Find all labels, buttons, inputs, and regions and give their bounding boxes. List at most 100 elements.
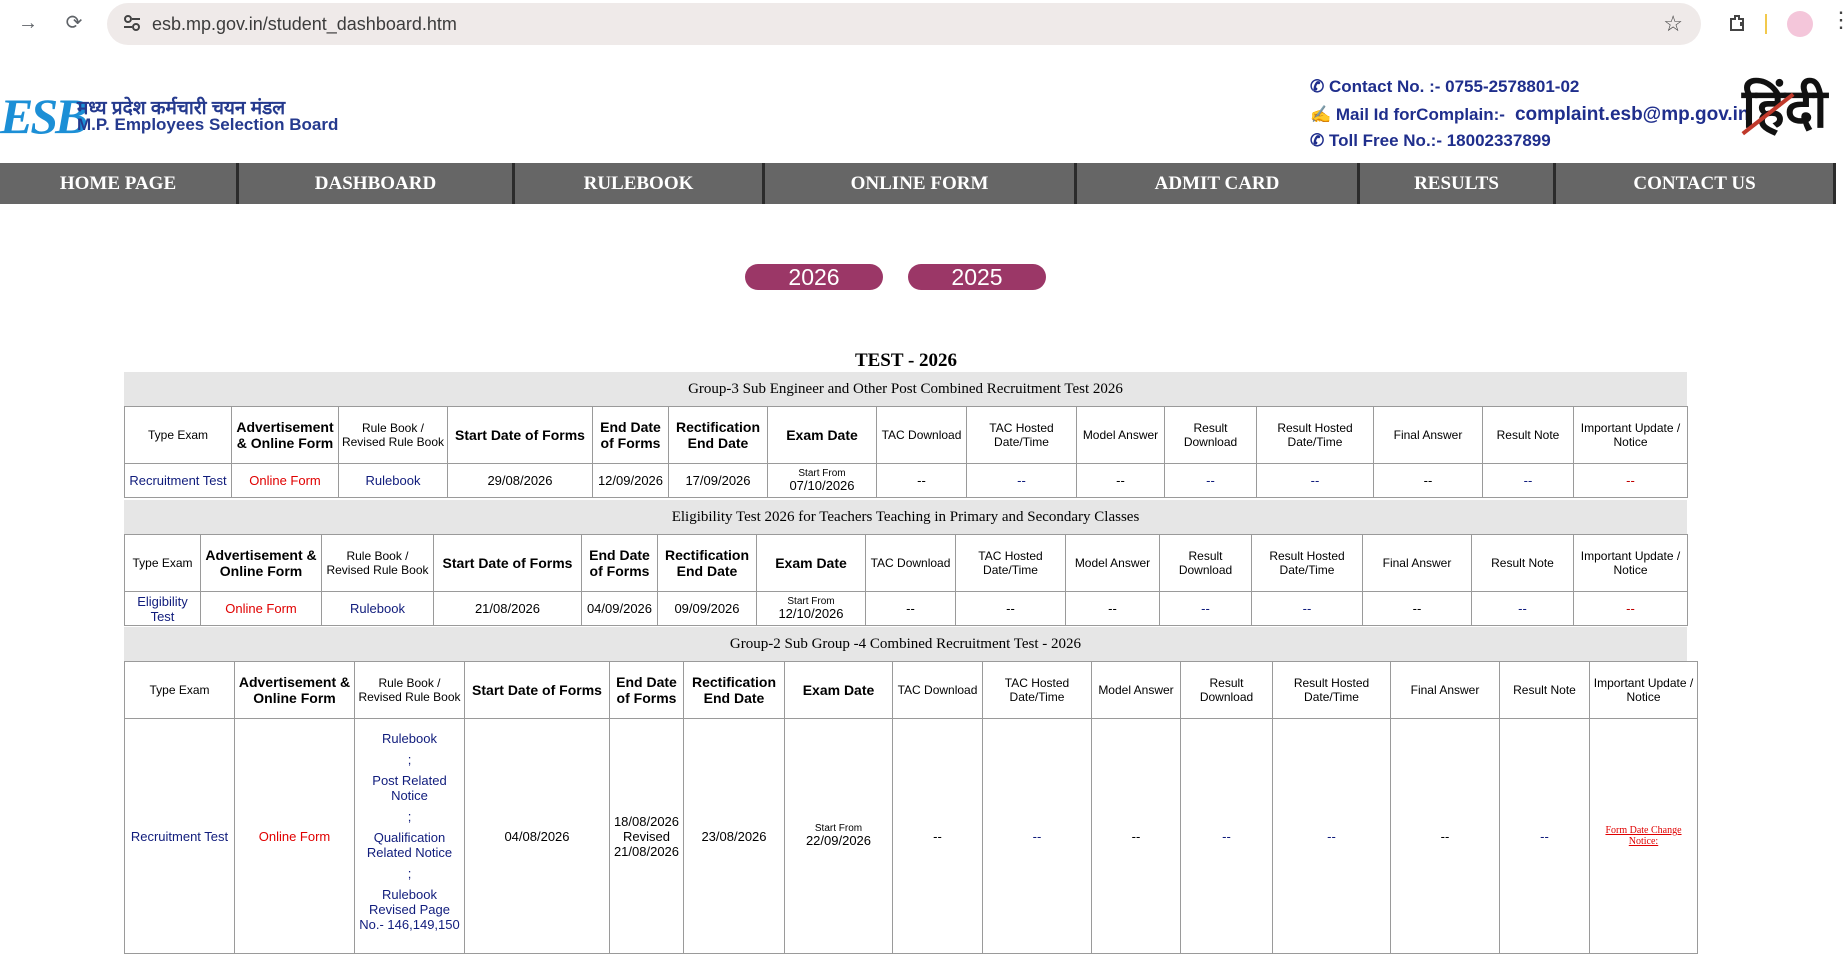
result-note-cell: -- [1499, 718, 1590, 954]
final-answer-cell: -- [1373, 463, 1483, 498]
col-tac-hosted: TAC Hosted Date/Time [955, 534, 1066, 592]
hindi-language-button[interactable]: हिंदी [1742, 82, 1827, 136]
col-tac-download: TAC Download [892, 661, 983, 719]
online-form-link[interactable]: Online Form [234, 718, 355, 954]
exam-table: Type Exam Advertisement & Online Form Ru… [124, 534, 1688, 626]
rulebook-revised-link[interactable]: Rulebook Revised Page No.- 146,149,150 [357, 887, 462, 932]
table-header-row: Type Exam Advertisement & Online Form Ru… [124, 534, 1688, 592]
menu-dots-icon[interactable]: ⋮ [1830, 9, 1847, 31]
start-date-cell: 29/08/2026 [447, 463, 593, 498]
col-final-answer: Final Answer [1390, 661, 1500, 719]
model-answer-cell: -- [1091, 718, 1181, 954]
col-rulebook: Rule Book / Revised Rule Book [354, 661, 465, 719]
nav-rulebook[interactable]: RULEBOOK [515, 163, 765, 204]
col-important-update: Important Update / Notice [1589, 661, 1698, 719]
type-exam-link[interactable]: Recruitment Test [124, 463, 232, 498]
tac-download-cell: -- [876, 463, 967, 498]
end-date-revised: 21/08/2026 [613, 843, 680, 859]
result-note-cell: -- [1482, 463, 1574, 498]
nav-admit-card[interactable]: ADMIT CARD [1077, 163, 1360, 204]
form-date-change-notice-link[interactable]: Form Date Change Notice: [1589, 718, 1698, 954]
type-exam-link[interactable]: Recruitment Test [124, 718, 235, 954]
rectification-cell: 23/08/2026 [683, 718, 785, 954]
col-start-date: Start Date of Forms [464, 661, 610, 719]
nav-results[interactable]: RESULTS [1360, 163, 1556, 204]
link-separator: ; [407, 752, 412, 767]
complaint-mail: ✍ Mail Id forComplain:- complaint.esb@mp.… [1310, 104, 1750, 125]
result-download-cell: -- [1164, 463, 1257, 498]
col-tac-download: TAC Download [865, 534, 956, 592]
rulebook-link[interactable]: Rulebook [357, 731, 462, 746]
col-tac-hosted: TAC Hosted Date/Time [982, 661, 1092, 719]
tac-download-cell: -- [865, 591, 956, 626]
result-hosted-cell: -- [1256, 463, 1374, 498]
profile-avatar[interactable] [1787, 11, 1813, 37]
rulebook-link[interactable]: Rulebook [338, 463, 448, 498]
col-result-note: Result Note [1482, 406, 1574, 464]
col-model-answer: Model Answer [1091, 661, 1181, 719]
result-hosted-cell: -- [1251, 591, 1363, 626]
online-form-link[interactable]: Online Form [231, 463, 339, 498]
site-settings-icon[interactable] [121, 12, 143, 34]
col-end-date: End Date of Forms [581, 534, 658, 592]
exam-table: Type Exam Advertisement & Online Form Ru… [124, 406, 1688, 498]
end-date-cell: 18/08/2026 Revised 21/08/2026 [609, 718, 684, 954]
post-related-notice-link[interactable]: Post Related Notice [357, 773, 462, 803]
url-text[interactable]: esb.mp.gov.in/student_dashboard.htm [152, 14, 457, 35]
tac-hosted-cell: -- [966, 463, 1077, 498]
result-download-cell: -- [1159, 591, 1252, 626]
rectification-cell: 09/09/2026 [657, 591, 757, 626]
col-result-note: Result Note [1499, 661, 1590, 719]
nav-online-form[interactable]: ONLINE FORM [765, 163, 1077, 204]
rulebook-links-cell: Rulebook ; Post Related Notice ; Qualifi… [354, 718, 465, 954]
end-date-cell: 12/09/2026 [592, 463, 669, 498]
col-exam-date: Exam Date [784, 661, 893, 719]
nav-contact-us[interactable]: CONTACT US [1556, 163, 1836, 204]
nav-home-page[interactable]: HOME PAGE [0, 163, 239, 204]
table-header-row: Type Exam Advertisement & Online Form Ru… [124, 406, 1688, 464]
tac-hosted-cell: -- [955, 591, 1066, 626]
group-title: Eligibility Test 2026 for Teachers Teach… [124, 500, 1687, 534]
nav-dashboard[interactable]: DASHBOARD [239, 163, 515, 204]
contact-number: ✆ Contact No. :- 0755-2578801-02 [1310, 77, 1580, 96]
year-2026-button[interactable]: 2026 [745, 264, 883, 290]
address-bar[interactable]: esb.mp.gov.in/student_dashboard.htm ☆ [107, 3, 1701, 45]
col-end-date: End Date of Forms [592, 406, 669, 464]
model-answer-cell: -- [1076, 463, 1165, 498]
logo-mark: ESB [0, 88, 88, 144]
logo-english-text: M.P. Employees Selection Board [77, 115, 339, 134]
col-result-hosted: Result Hosted Date/Time [1272, 661, 1391, 719]
col-rulebook: Rule Book / Revised Rule Book [338, 406, 448, 464]
online-form-link[interactable]: Online Form [200, 591, 322, 626]
main-navigation: HOME PAGE DASHBOARD RULEBOOK ONLINE FORM… [0, 163, 1836, 204]
col-important-update: Important Update / Notice [1573, 534, 1688, 592]
qualification-notice-link[interactable]: Qualification Related Notice [357, 830, 462, 860]
col-start-date: Start Date of Forms [447, 406, 593, 464]
browser-toolbar: → ⟳ esb.mp.gov.in/student_dashboard.htm … [0, 0, 1847, 48]
col-type-exam: Type Exam [124, 534, 201, 592]
end-date-revised-label: Revised [623, 828, 670, 844]
year-2025-button[interactable]: 2025 [908, 264, 1046, 290]
col-advertisement: Advertisement & Online Form [234, 661, 355, 719]
bookmark-star-icon[interactable]: ☆ [1663, 11, 1683, 37]
type-exam-link[interactable]: Eligibility Test [124, 591, 201, 626]
col-rulebook: Rule Book / Revised Rule Book [321, 534, 434, 592]
forward-icon[interactable]: → [16, 11, 40, 35]
rulebook-link[interactable]: Rulebook [321, 591, 434, 626]
table-row: Eligibility Test Online Form Rulebook 21… [124, 591, 1688, 626]
col-exam-date: Exam Date [756, 534, 866, 592]
col-tac-download: TAC Download [876, 406, 967, 464]
toll-free-number: ✆ Toll Free No.:- 18002337899 [1310, 131, 1551, 150]
extensions-icon[interactable] [1726, 11, 1750, 35]
section-title: TEST - 2026 [854, 350, 958, 371]
col-rectification: Rectification End Date [657, 534, 757, 592]
complaint-email-link[interactable]: complaint.esb@mp.gov.in [1515, 104, 1750, 125]
exam-date-cell: Start From 12/10/2026 [756, 591, 866, 626]
reload-icon[interactable]: ⟳ [62, 11, 86, 35]
exam-date-value: 12/10/2026 [778, 605, 844, 621]
link-separator: ; [407, 866, 412, 881]
col-type-exam: Type Exam [124, 406, 232, 464]
site-logo[interactable]: ESB मध्य प्रदेश कर्मचारी चयन मंडल M.P. E… [0, 88, 338, 144]
col-result-hosted: Result Hosted Date/Time [1256, 406, 1374, 464]
exam-date-prefix: Start From [798, 467, 846, 479]
